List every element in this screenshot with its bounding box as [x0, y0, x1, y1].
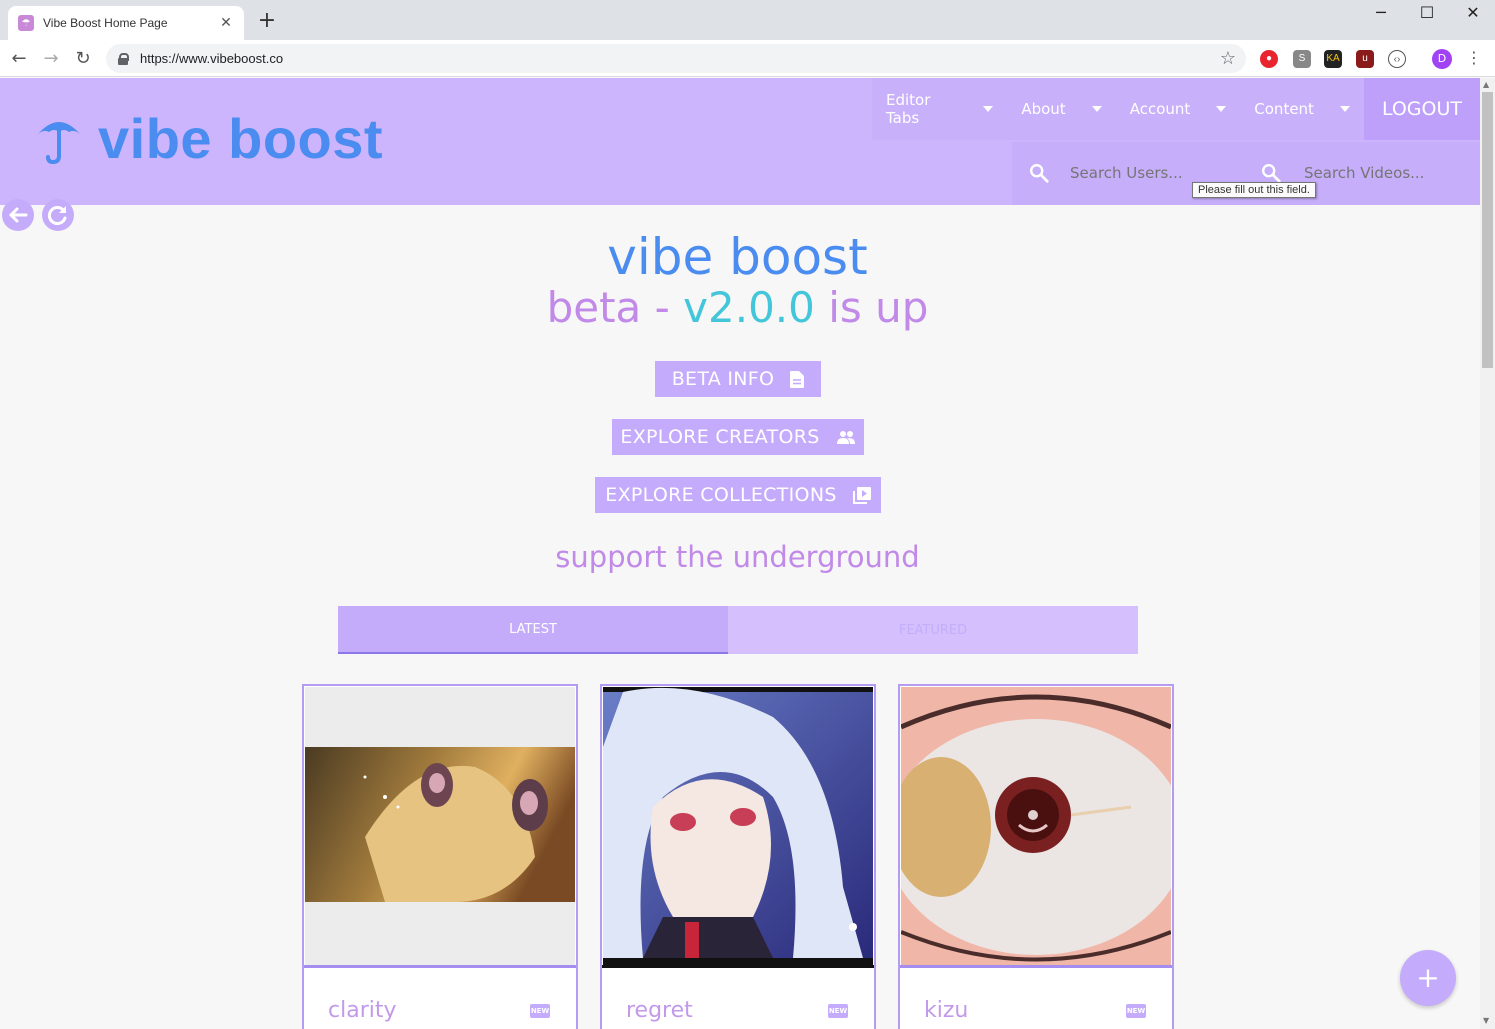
search-users-icon[interactable]	[1028, 162, 1050, 184]
bookmark-star-icon[interactable]: ☆	[1220, 48, 1236, 69]
video-card[interactable]: kizu NEW	[898, 684, 1174, 1029]
nav-editor-tabs[interactable]: Editor Tabs	[872, 78, 1008, 140]
video-title[interactable]: regret	[626, 998, 693, 1023]
code-extension-icon[interactable]: ‹›	[1388, 50, 1406, 68]
close-tab-icon[interactable]: ✕	[218, 15, 234, 31]
forward-arrow-icon[interactable]: →	[39, 47, 63, 71]
tab-featured[interactable]: FEATURED	[728, 606, 1138, 654]
nav-editor-tabs-label: Editor Tabs	[886, 91, 931, 127]
caret-down-icon	[1216, 106, 1227, 112]
main-nav: Editor Tabs About Account Content LOGOUT	[872, 78, 1480, 140]
page-scrollbar[interactable]: ▲ ▼	[1480, 78, 1495, 1029]
caret-down-icon	[983, 106, 994, 112]
maximize-window-icon[interactable]: ☐	[1404, 2, 1450, 24]
page-viewport: vibe boost Editor Tabs About Account Con…	[0, 78, 1480, 1029]
arrow-left-icon	[9, 207, 28, 223]
thumbnail-divider	[900, 965, 1172, 968]
anime-thumbnail-image	[305, 687, 575, 965]
explore-collections-button[interactable]: EXPLORE COLLECTIONS	[595, 477, 881, 513]
beta-info-label: BETA INFO	[671, 368, 775, 390]
caret-down-icon	[1091, 106, 1102, 112]
nav-content[interactable]: Content	[1240, 78, 1364, 140]
refresh-button[interactable]	[42, 199, 74, 231]
hero-subtitle: beta - v2.0.0 is up	[0, 283, 1475, 332]
hero-title: vibe boost	[607, 228, 868, 286]
new-badge: NEW	[1126, 1004, 1146, 1018]
document-icon	[790, 370, 805, 388]
explore-creators-button[interactable]: EXPLORE CREATORS	[612, 419, 864, 455]
browser-tab-strip: ☂ Vibe Boost Home Page ✕ + ─ ☐ ✕	[0, 0, 1495, 40]
video-title[interactable]: clarity	[328, 998, 397, 1023]
thumbnail-divider	[602, 965, 874, 968]
video-thumbnail[interactable]	[305, 687, 575, 965]
adblock-extension-icon[interactable]: ●	[1260, 50, 1278, 68]
site-logo[interactable]: vibe boost	[36, 106, 383, 171]
thumbnail-divider	[304, 965, 576, 968]
profile-avatar[interactable]: D	[1432, 49, 1452, 69]
anime-thumbnail-image	[901, 687, 1171, 965]
close-window-icon[interactable]: ✕	[1450, 2, 1495, 24]
scrollbar-thumb[interactable]	[1482, 92, 1493, 368]
back-arrow-icon[interactable]: ←	[7, 47, 31, 71]
tagline: support the underground	[555, 540, 920, 574]
ublock-extension-icon[interactable]: u	[1356, 50, 1374, 68]
caret-down-icon	[1339, 106, 1350, 112]
scroll-down-icon[interactable]: ▼	[1483, 1016, 1489, 1025]
video-title[interactable]: kizu	[924, 998, 968, 1023]
hero-sub-version: v2.0.0	[683, 283, 815, 332]
site-favicon-icon: ☂	[18, 15, 34, 31]
browser-toolbar: ← → ↻ https://www.vibeboost.co ☆ ● S KA …	[0, 40, 1495, 77]
tab-latest[interactable]: LATEST	[338, 606, 728, 654]
hero-sub-status: is up	[828, 283, 929, 332]
explore-collections-label: EXPLORE COLLECTIONS	[605, 484, 837, 506]
search-videos-input[interactable]	[1304, 158, 1474, 188]
umbrella-icon	[38, 121, 80, 164]
minimize-window-icon[interactable]: ─	[1358, 2, 1404, 24]
add-fab-button[interactable]: +	[1400, 950, 1456, 1006]
search-videos-icon[interactable]	[1260, 162, 1282, 184]
new-badge: NEW	[530, 1004, 550, 1018]
feed-tabs: LATEST FEATURED	[338, 606, 1138, 654]
video-thumbnail[interactable]	[901, 687, 1171, 965]
video-thumbnail[interactable]	[603, 687, 873, 965]
address-bar[interactable]: https://www.vibeboost.co ☆	[106, 44, 1246, 73]
nav-about[interactable]: About	[1007, 78, 1116, 140]
new-tab-icon[interactable]: +	[256, 10, 278, 32]
video-library-icon	[852, 486, 871, 504]
s-extension-icon[interactable]: S	[1293, 50, 1311, 68]
reload-icon[interactable]: ↻	[71, 47, 95, 71]
nav-account[interactable]: Account	[1115, 78, 1241, 140]
nav-account-label: Account	[1129, 100, 1191, 118]
people-icon	[836, 431, 855, 444]
nav-about-label: About	[1021, 100, 1066, 118]
logout-button[interactable]: LOGOUT	[1363, 78, 1480, 140]
scroll-up-icon[interactable]: ▲	[1483, 80, 1489, 89]
explore-creators-label: EXPLORE CREATORS	[620, 426, 820, 448]
browser-tab[interactable]: ☂ Vibe Boost Home Page ✕	[8, 6, 244, 40]
beta-info-button[interactable]: BETA INFO	[655, 361, 821, 397]
video-card[interactable]: clarity NEW	[302, 684, 578, 1029]
video-card[interactable]: regret NEW	[600, 684, 876, 1029]
browser-tab-title: Vibe Boost Home Page	[43, 16, 168, 30]
nav-content-label: Content	[1254, 100, 1314, 118]
refresh-icon	[47, 206, 67, 225]
lock-icon	[118, 52, 129, 65]
new-badge: NEW	[828, 1004, 848, 1018]
back-button[interactable]	[2, 199, 34, 231]
validation-tooltip: Please fill out this field.	[1192, 182, 1316, 198]
ka-extension-icon[interactable]: KA	[1324, 50, 1342, 68]
browser-menu-icon[interactable]: ⋮	[1466, 48, 1482, 67]
brand-name: vibe boost	[98, 107, 384, 170]
anime-thumbnail-image	[603, 687, 873, 965]
url-text[interactable]: https://www.vibeboost.co	[140, 51, 1220, 66]
hero-sub-beta: beta -	[546, 283, 670, 332]
